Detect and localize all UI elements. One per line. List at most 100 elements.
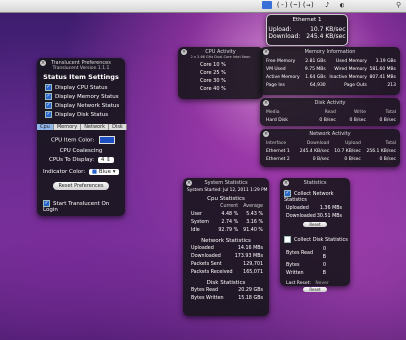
table-cell: Page Ins <box>266 83 285 88</box>
table-cell: Uploaded <box>191 246 214 251</box>
checkbox-disk-status[interactable]: ✓ Display Disk Status <box>45 111 125 120</box>
table-row: Free Memory 2.81 GBs Used Memory 3.19 GBs <box>266 58 396 66</box>
checkbox-cpu-status[interactable]: ✓ Display CPU Status <box>45 84 125 93</box>
check-icon: ✓ <box>45 102 52 109</box>
disk-table: Media Read Write Total Hard Disk 0 B/sec 0 B/s… <box>266 109 396 125</box>
checkbox-memory-status[interactable]: ✓ Display Memory Status <box>45 93 125 102</box>
table-cell: Free Memory <box>266 59 296 64</box>
table-cell: 213 <box>387 83 396 88</box>
table-row: Bytes Written 0 B <box>286 262 326 278</box>
check-icon: ✓ <box>43 200 50 207</box>
check-icon: ✓ <box>284 190 291 197</box>
checkbox-empty-icon <box>284 236 291 243</box>
download-value: 245.4 KB/sec <box>306 33 346 40</box>
window-title: System Statistics <box>204 180 248 186</box>
table-cell: 165,071 <box>243 270 263 275</box>
status-item-cpu[interactable]: (-) <box>276 1 289 9</box>
close-icon[interactable]: × <box>181 49 187 55</box>
table-cell: Bytes Read <box>191 288 219 293</box>
reset-preferences-button[interactable]: Reset Preferences <box>52 182 110 190</box>
window-title: Statistics <box>303 180 327 186</box>
table-cell: 92.79 % <box>218 228 239 233</box>
column-header: Interface <box>266 141 287 146</box>
version-label: Translucent Version 1.1.1 <box>52 66 110 71</box>
close-icon[interactable]: × <box>283 180 289 186</box>
column-header: Write <box>354 110 366 115</box>
table-cell: 4.48 % <box>221 212 239 217</box>
close-icon[interactable]: × <box>263 131 269 137</box>
chevron-down-icon: ▾ <box>112 169 116 175</box>
close-icon[interactable]: × <box>40 60 46 66</box>
status-item-network[interactable]: (→) <box>302 1 315 9</box>
system-statistics-window: × System Statistics System Started: Jul … <box>183 178 269 316</box>
network-table: Interface Download Upload Total Ethernet 1 24… <box>266 140 396 164</box>
table-row: Core 10 % <box>200 61 226 69</box>
column-header: Total <box>385 110 396 115</box>
column-header: Total <box>385 141 396 146</box>
column-header: Media <box>266 110 280 115</box>
network-stats-table: Uploaded 14.16 MBs Downloaded 173.93 MBs Pac… <box>191 245 263 277</box>
indicator-color-label: Indicator Color: <box>43 169 86 175</box>
table-row: Downloaded 30.51 MBs <box>286 213 342 221</box>
reset-network-button[interactable]: Reset <box>303 222 327 227</box>
table-row: Packets Received 165,071 <box>191 269 263 277</box>
statistics-window: × Statistics ✓ Collect Network Statistics… <box>280 178 350 292</box>
table-cell: 0 B <box>322 247 326 260</box>
item-color-well[interactable] <box>99 136 116 144</box>
table-row: Uploaded 14.16 MBs <box>191 245 263 253</box>
close-icon[interactable]: × <box>186 180 192 186</box>
checkbox-start-on-login[interactable]: ✓ Start Translucent On Login <box>43 200 125 213</box>
tab-network[interactable]: Network <box>81 124 110 130</box>
indicator-color-select[interactable]: ■ Blue ▾ <box>88 169 119 175</box>
status-item-selected[interactable] <box>262 1 272 9</box>
section-title: Status Item Settings <box>43 73 119 81</box>
status-item-memory[interactable]: (~) <box>289 1 302 9</box>
table-cell: 581.60 MBs <box>369 67 397 72</box>
table-row: Ethernet 1 245.4 KB/sec 10.7 KB/sec 256.1 K… <box>266 148 396 156</box>
table-cell: Bytes Written <box>191 296 224 301</box>
table-cell: Used Memory <box>335 59 367 64</box>
window-title: Memory Information <box>304 49 356 55</box>
tab-cpu[interactable]: Cpu <box>37 124 54 130</box>
window-title: CPU Activity <box>205 49 236 55</box>
table-cell: 9.75 MBs <box>304 67 326 72</box>
table-row: Idle 92.79 % 91.40 % <box>191 227 263 235</box>
table-cell: 0 B/sec <box>312 157 330 162</box>
spotlight-icon[interactable]: ⚲ <box>396 1 401 9</box>
volume-icon[interactable]: ♪ <box>325 1 329 9</box>
table-cell: 0 B/sec <box>379 118 396 123</box>
table-cell: 5 % <box>216 70 226 76</box>
table-cell: 3.16 % <box>246 220 263 225</box>
checkbox-collect-network[interactable]: ✓ Collect Network Statistics <box>284 190 350 203</box>
column-header: Read <box>324 110 336 115</box>
table-cell: Packets Received <box>191 270 233 275</box>
checkbox-network-status[interactable]: ✓ Display Network Status <box>45 102 125 111</box>
preferences-window: × Translucent Preferences Translucent Ve… <box>37 58 127 216</box>
table-cell: 64,930 <box>309 83 326 88</box>
table-row: Active Memory 1.64 GBs Inactive Memory 807.… <box>266 74 396 82</box>
table-cell: 1.36 MBs <box>319 206 342 211</box>
table-cell: 0 B/sec <box>344 157 361 162</box>
checkbox-collect-disk[interactable]: Collect Disk Statistics <box>284 236 350 243</box>
table-cell: 0 B <box>322 263 326 276</box>
tab-disk[interactable]: Disk <box>109 124 127 130</box>
table-row: Bytes Read 20.29 GBs <box>191 287 263 295</box>
close-icon[interactable]: × <box>263 100 269 106</box>
network-stats-title: Network Statistics <box>201 238 251 244</box>
close-icon[interactable]: × <box>263 49 269 55</box>
table-cell: 0 % <box>216 78 226 84</box>
table-row: Packets Sent 129,701 <box>191 261 263 269</box>
reset-disk-button[interactable]: Reset <box>303 287 327 292</box>
table-cell: Uploaded <box>286 206 309 211</box>
network-counters-table: Uploaded 1.36 MBs Downloaded 30.51 MBs <box>286 205 342 221</box>
table-cell: Idle <box>191 228 200 233</box>
window-title: Disk Activity <box>314 100 346 106</box>
clock-icon[interactable]: ◐ <box>340 1 344 9</box>
table-cell: Ethernet 2 <box>266 157 290 162</box>
last-reset-value: Never <box>315 281 329 286</box>
table-cell: Core 3 <box>200 78 217 84</box>
cpus-stepper[interactable]: 4 ⇕ <box>97 157 114 163</box>
check-icon: ✓ <box>45 93 52 100</box>
tab-memory[interactable]: Memory <box>53 124 82 130</box>
table-cell: 2.74 % <box>221 220 239 225</box>
